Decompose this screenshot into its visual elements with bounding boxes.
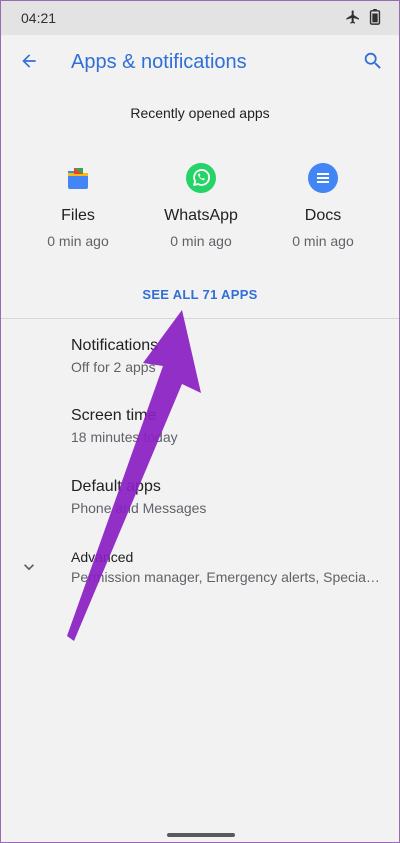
- back-button[interactable]: [15, 49, 43, 77]
- app-bar: Apps & notifications: [1, 35, 399, 91]
- battery-icon: [369, 9, 381, 30]
- files-app-icon: [61, 161, 95, 195]
- recent-app-time: 0 min ago: [170, 233, 232, 249]
- back-arrow-icon: [19, 51, 39, 76]
- setting-summary: Permission manager, Emergency alerts, Sp…: [71, 569, 383, 585]
- status-time: 04:21: [21, 10, 57, 26]
- setting-screen-time[interactable]: Screen time 18 minutes today: [1, 407, 399, 467]
- recent-apps-heading: Recently opened apps: [130, 105, 270, 121]
- setting-title: Notifications: [71, 337, 159, 354]
- recent-app-name: WhatsApp: [164, 207, 238, 224]
- setting-summary: Phone and Messages: [71, 500, 207, 516]
- chevron-down-icon: [19, 557, 39, 577]
- recent-app-docs[interactable]: Docs 0 min ago: [268, 161, 378, 249]
- setting-title: Advanced: [71, 549, 134, 565]
- recent-app-time: 0 min ago: [47, 233, 109, 249]
- status-bar: 04:21: [1, 1, 399, 35]
- recent-app-name: Files: [61, 207, 95, 224]
- setting-advanced[interactable]: Advanced Permission manager, Emergency a…: [1, 547, 399, 607]
- status-icons: [345, 9, 381, 30]
- docs-app-icon: [306, 161, 340, 195]
- setting-title: Default apps: [71, 478, 161, 495]
- airplane-mode-icon: [345, 9, 361, 30]
- setting-summary: 18 minutes today: [71, 429, 178, 445]
- page-title: Apps & notifications: [71, 51, 247, 73]
- whatsapp-app-icon: [184, 161, 218, 195]
- screen: 04:21 Apps & notifications Recently open…: [0, 0, 400, 843]
- recent-app-whatsapp[interactable]: WhatsApp 0 min ago: [146, 161, 256, 249]
- setting-title: Screen time: [71, 407, 157, 424]
- recent-app-name: Docs: [304, 207, 342, 224]
- setting-notifications[interactable]: Notifications Off for 2 apps: [1, 337, 399, 397]
- see-all-apps-button[interactable]: SEE ALL 71 APPS: [1, 287, 399, 302]
- search-button[interactable]: [359, 49, 387, 77]
- search-icon: [362, 50, 384, 77]
- setting-summary: Off for 2 apps: [71, 359, 156, 375]
- gesture-nav-handle[interactable]: [167, 833, 235, 837]
- recent-app-files[interactable]: Files 0 min ago: [23, 161, 133, 249]
- recent-app-time: 0 min ago: [292, 233, 354, 249]
- setting-default-apps[interactable]: Default apps Phone and Messages: [1, 478, 399, 538]
- divider: [1, 318, 399, 319]
